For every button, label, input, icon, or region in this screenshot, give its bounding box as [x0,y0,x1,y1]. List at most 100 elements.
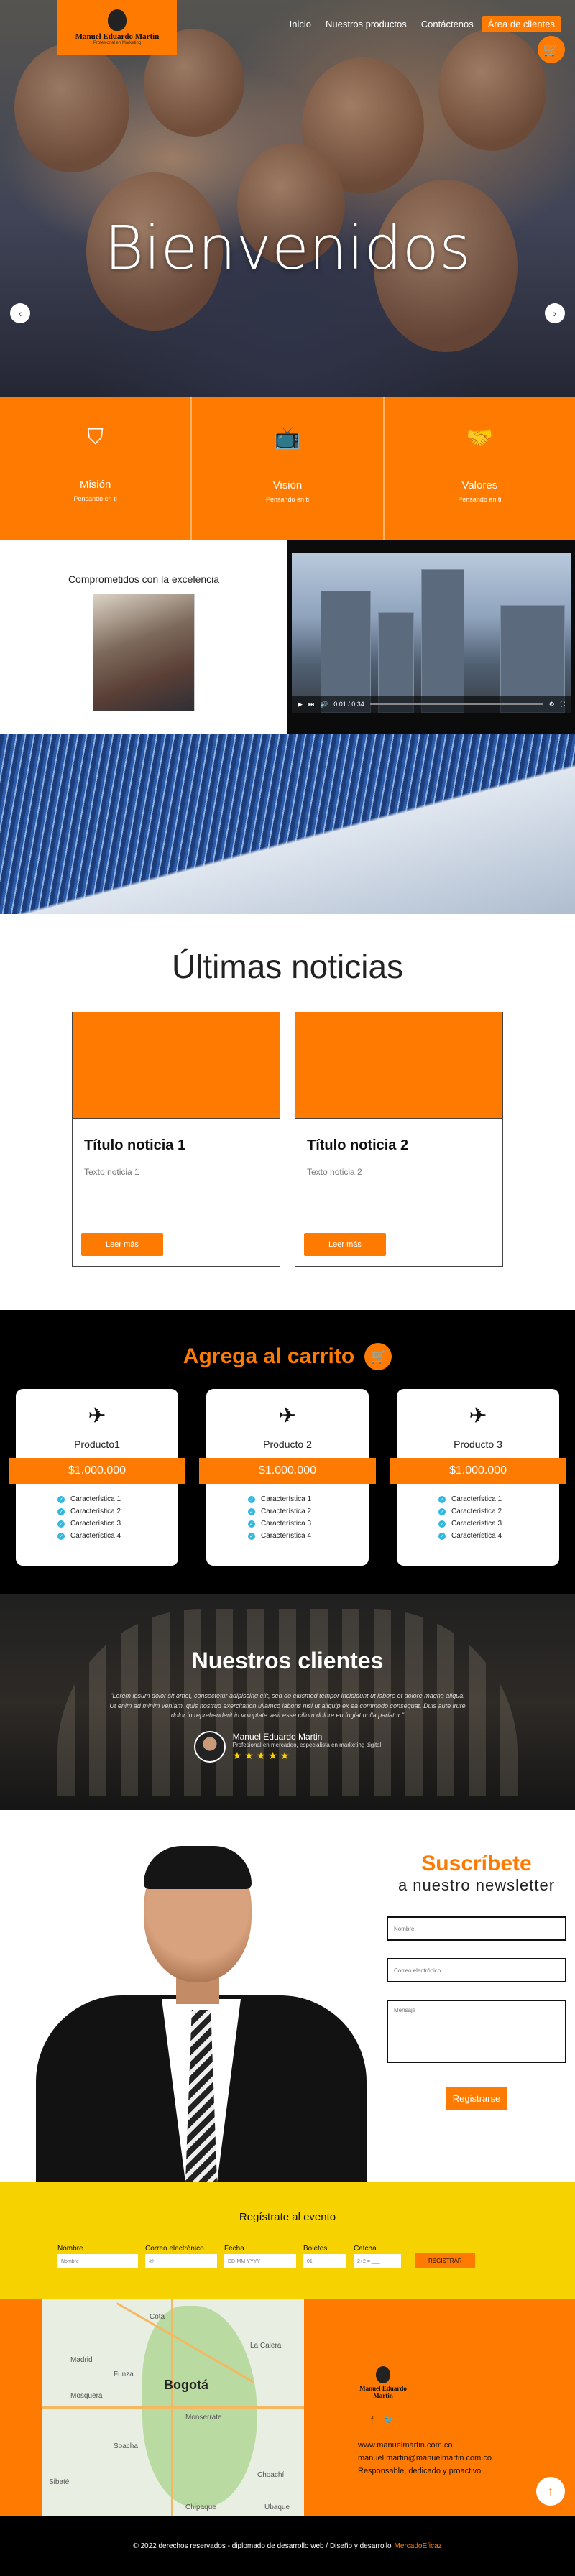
vision-card: 📺 Visión Pensando en ti [192,397,385,540]
brand-name: Manuel Eduardo Martin [75,32,160,41]
list-item: ✓ Característica 3 [248,1520,311,1528]
news-section: Últimas noticias Título noticia 1 Texto … [0,914,575,1310]
website-link[interactable]: www.manuelmartin.com.co [358,2441,492,2450]
settings-icon[interactable]: ⚙ [549,701,555,708]
brand-logo[interactable]: Manuel Eduardo Martin Profesional en Mar… [58,0,177,55]
video-progress[interactable] [369,703,543,705]
copyright-bar: © 2022 derechos reservados - diplomado d… [0,2516,575,2576]
contact-map-section: Bogotá Cota Madrid Funza Mosquera Soacha… [0,2299,575,2516]
carousel-next-icon[interactable]: › [545,303,565,323]
list-item: ✓ Característica 4 [438,1532,502,1540]
company-link[interactable]: MercadoEficaz [395,2542,442,2550]
list-item: ✓ Característica 4 [248,1532,311,1540]
news-image [73,1012,280,1119]
cart-icon[interactable]: 🛒 [364,1343,392,1370]
newsletter-title: Suscríbete [421,1852,532,1875]
mission-vision-values: ⛉ Misión Pensando en ti 📺 Visión Pensand… [0,397,575,540]
vision-subtitle: Pensando en ti [265,496,310,503]
hero-banner: Manuel Eduardo Martin Profesional en Mar… [0,0,575,397]
read-more-button[interactable]: Leer más [304,1233,386,1256]
check-icon: ✓ [438,1508,446,1515]
video-controls: ▶ ⏭ 🔊 0:01 / 0:34 ⚙ ⛶ [292,696,571,713]
volume-icon[interactable]: 🔊 [320,701,328,708]
copyright-text: © 2022 derechos reservados - diplomado d… [133,2542,392,2550]
slogan: Responsable, dedicado y proactivo [358,2467,482,2475]
mission-subtitle: Pensando en ti [73,495,117,502]
cart-heading: Agrega al carrito [183,1344,355,1368]
feature-list: ✓ Característica 1 ✓ Característica 2 ✓ Car… [58,1495,121,1544]
news-heading: Últimas noticias [171,948,404,985]
facebook-icon[interactable]: f [371,2415,373,2425]
event-email-field[interactable] [145,2254,217,2268]
mission-card: ⛉ Misión Pensando en ti [0,397,193,540]
twitter-icon[interactable]: 🐦 [383,2415,394,2425]
product-price: $1.000.000 [9,1458,185,1484]
check-icon: ✓ [248,1495,255,1503]
map-city-label: Bogotá [164,2378,208,2392]
list-item: ✓ Característica 2 [438,1508,502,1515]
news-card: Título noticia 2 Texto noticia 2 Leer má… [295,1012,503,1267]
social-links: f 🐦 [371,2415,492,2425]
next-icon[interactable]: ⏭ [308,701,314,708]
values-card: 🤝 Valores Pensando en ti [385,397,575,540]
testimonial-author: Manuel Eduardo Martin Profesional en mer… [0,1730,575,1763]
product-card[interactable]: ✈ Producto1 $1.000.000 ✓ Característica 1… [9,1389,185,1566]
fullscreen-icon[interactable]: ⛶ [561,701,565,708]
rating-stars: ★★★★★ [232,1749,293,1761]
footer-logo: Manuel Eduardo Martin [358,2366,408,2399]
clients-section: Nuestros clientes "Lorem ipsum dolor sit… [0,1594,575,1810]
event-date-field[interactable] [224,2254,296,2268]
logo-head-icon [108,9,126,31]
read-more-button[interactable]: Leer más [81,1233,163,1256]
event-register-button[interactable]: REGISTRAR [415,2253,475,2268]
video-time: 0:01 / 0:34 [334,701,364,708]
map[interactable]: Bogotá Cota Madrid Funza Mosquera Soacha… [42,2299,304,2516]
field-label: Boletos [303,2245,328,2253]
product-price: $1.000.000 [390,1458,566,1484]
event-tickets-field[interactable] [303,2254,346,2268]
news-text: Texto noticia 1 [84,1167,139,1177]
event-form: Nombre Correo electrónico Fecha Boletos … [0,2245,575,2268]
contact-info: Manuel Eduardo Martin f 🐦 www.manuelmart… [358,2366,492,2480]
list-item: ✓ Característica 4 [58,1532,121,1540]
message-field[interactable] [387,2000,566,2063]
nav-inicio[interactable]: Inicio [284,16,317,32]
product-card[interactable]: ✈ Producto 3 $1.000.000 ✓ Característica … [390,1389,566,1566]
handshake-icon: 🤝 [466,426,493,450]
product-name: Producto1 [74,1439,120,1450]
values-title: Valores [461,479,498,491]
feature-list: ✓ Característica 1 ✓ Característica 2 ✓ Car… [248,1495,311,1544]
product-price: $1.000.000 [199,1458,376,1484]
tv-icon: 📺 [274,426,301,450]
values-subtitle: Pensando en ti [458,496,502,503]
field-label: Fecha [224,2245,244,2253]
register-button[interactable]: Registrarse [445,2087,508,2110]
feature-list: ✓ Característica 1 ✓ Característica 2 ✓ Car… [438,1495,502,1544]
nav-area-clientes[interactable]: Área de clientes [482,16,561,32]
name-field[interactable] [387,1916,566,1941]
main-nav: Inicio Nuestros productos Contáctenos Ár… [284,16,561,32]
list-item: ✓ Característica 3 [58,1520,121,1528]
nav-contactenos[interactable]: Contáctenos [415,16,479,32]
nav-productos[interactable]: Nuestros productos [320,16,413,32]
check-icon: ✓ [58,1532,65,1540]
newsletter-subtitle: a nuestro newsletter [397,1876,556,1894]
vision-title: Visión [272,479,303,491]
product-card[interactable]: ✈ Producto 2 $1.000.000 ✓ Característica … [199,1389,376,1566]
event-name-field[interactable] [58,2254,138,2268]
play-icon[interactable]: ▶ [298,701,303,708]
back-to-top-icon[interactable]: ↑ [536,2477,565,2506]
carousel-prev-icon[interactable]: ‹ [10,303,30,323]
news-title: Título noticia 2 [307,1137,409,1153]
lamp-icon: ⛉ [87,425,104,449]
product-name: Producto 3 [454,1439,502,1450]
video-player[interactable]: ▶ ⏭ 🔊 0:01 / 0:34 ⚙ ⛶ [292,553,571,713]
list-item: ✓ Característica 2 [248,1508,311,1515]
event-captcha-field[interactable] [354,2254,401,2268]
news-title: Título noticia 1 [84,1137,186,1153]
email-field[interactable] [387,1958,566,1982]
cart-icon[interactable]: 🛒 [538,36,565,63]
check-icon: ✓ [438,1532,446,1540]
email-link[interactable]: manuel.martin@manuelmartin.com.co [358,2454,492,2462]
team-photo [93,594,195,711]
